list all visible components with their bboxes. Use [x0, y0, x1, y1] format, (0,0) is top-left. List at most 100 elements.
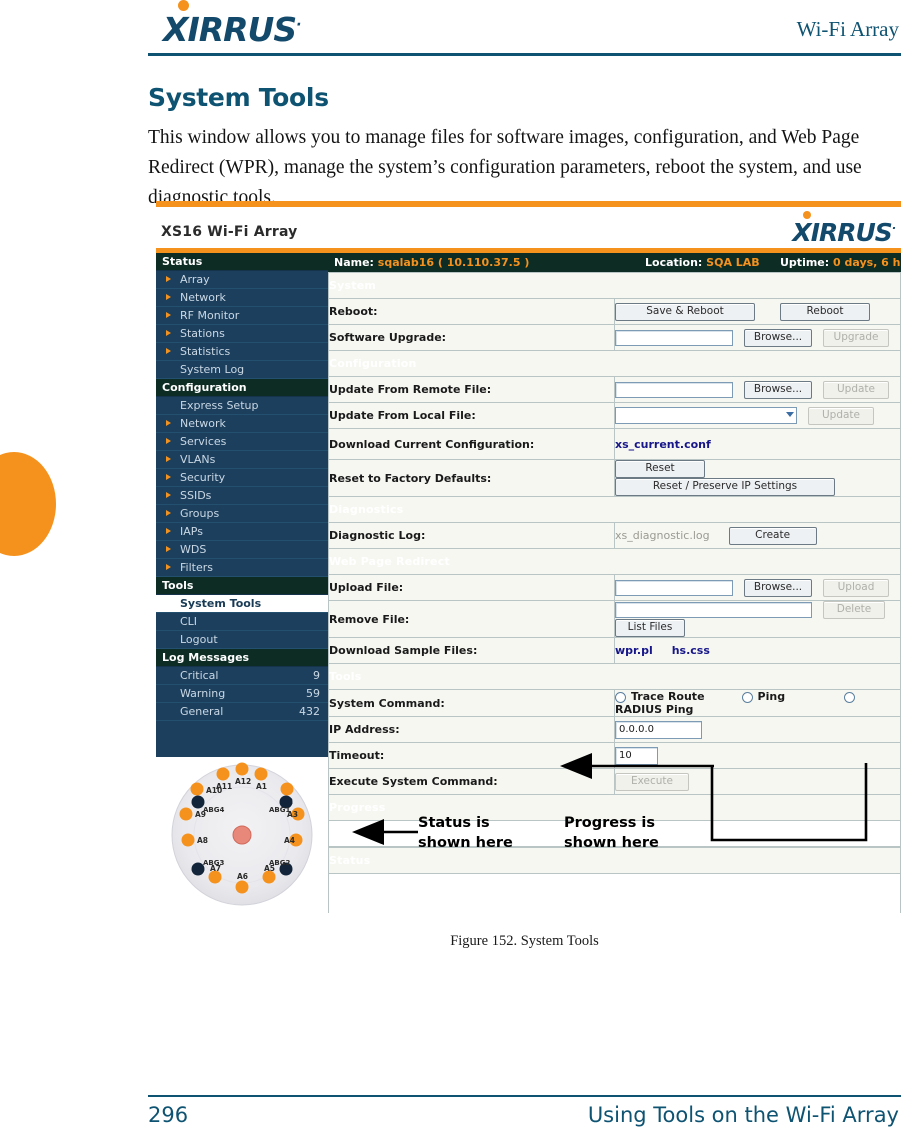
update-local-select[interactable]: [615, 407, 797, 424]
upload-file-input[interactable]: [615, 579, 733, 596]
sidebar-item-network-config[interactable]: Network: [156, 415, 328, 433]
svg-text:ABG2: ABG2: [269, 859, 290, 867]
reset-button[interactable]: Reset: [615, 460, 705, 478]
radio-trace-route-label: Trace Route: [631, 690, 705, 703]
sidebar-item-label: WDS: [180, 543, 207, 556]
header-title: Wi-Fi Array: [796, 17, 899, 41]
sidebar-item-label: Stations: [180, 327, 225, 340]
execute-command-label: Execute System Command:: [328, 768, 615, 795]
sidebar-item-general[interactable]: General 432: [156, 703, 328, 721]
sidebar-item-logout[interactable]: Logout: [156, 631, 328, 649]
footer-divider: [148, 1095, 901, 1097]
svg-text:A1: A1: [256, 782, 267, 791]
section-header-configuration: Configuration: [328, 350, 901, 377]
reboot-button[interactable]: Reboot: [780, 302, 870, 321]
upload-button[interactable]: Upload: [823, 578, 889, 597]
update-remote-update-button[interactable]: Update: [823, 380, 889, 399]
system-command-field: Trace Route Ping RADIUS Ping: [614, 689, 901, 717]
sidebar-item-filters[interactable]: Filters: [156, 559, 328, 577]
chevron-right-icon: [166, 330, 171, 336]
software-upgrade-input[interactable]: [615, 329, 733, 346]
download-current-config-link[interactable]: xs_current.conf: [615, 438, 711, 451]
radio-ping[interactable]: [741, 691, 753, 703]
sample-file-wpr-link[interactable]: wpr.pl: [615, 644, 653, 657]
section-row-configuration: Configuration: [328, 350, 901, 377]
software-upgrade-browse-button[interactable]: Browse...: [744, 328, 812, 347]
ip-address-input[interactable]: [615, 720, 702, 739]
delete-button[interactable]: Delete: [823, 601, 885, 619]
remove-file-field: Delete List Files: [614, 600, 901, 638]
section-row-progress: Progress: [328, 794, 901, 821]
sidebar-item-stations[interactable]: Stations: [156, 325, 328, 343]
footer-page-number: 296: [148, 1103, 189, 1127]
screenshot-figure: XS16 Wi-Fi Array XIRRUS· Status Array Ne…: [156, 201, 901, 913]
diagnostic-log-filename: xs_diagnostic.log: [615, 528, 710, 542]
list-files-button[interactable]: List Files: [615, 619, 685, 637]
update-remote-input[interactable]: [615, 381, 733, 398]
sidebar-item-services[interactable]: Services: [156, 433, 328, 451]
download-current-label: Download Current Configuration:: [328, 428, 615, 460]
svg-text:A12: A12: [235, 777, 251, 786]
sidebar-item-cli[interactable]: CLI: [156, 613, 328, 631]
section-row-wpr: Web Page Redirect: [328, 548, 901, 575]
upload-file-label: Upload File:: [328, 574, 615, 601]
reboot-field: Save & Reboot Reboot: [614, 298, 901, 325]
sidebar-item-express-setup[interactable]: Express Setup: [156, 397, 328, 415]
radio-radius-ping[interactable]: [844, 691, 856, 703]
svg-text:A11: A11: [216, 782, 232, 791]
sidebar-item-label: Statistics: [180, 345, 231, 358]
sidebar-item-system-tools[interactable]: System Tools: [156, 595, 328, 613]
uptime-label: Uptime:: [780, 256, 830, 269]
sidebar-item-wds[interactable]: WDS: [156, 541, 328, 559]
table-row: Update From Remote File: Browse... Updat…: [328, 376, 901, 403]
general-count: 432: [299, 705, 320, 718]
section-row-system: System: [328, 272, 901, 299]
table-row: Software Upgrade: Browse... Upgrade: [328, 324, 901, 351]
chevron-down-icon: [786, 412, 794, 417]
section-header-system: System: [328, 272, 901, 299]
sidebar-item-critical[interactable]: Critical 9: [156, 667, 328, 685]
table-row: Upload File: Browse... Upload: [328, 574, 901, 601]
save-and-reboot-button[interactable]: Save & Reboot: [615, 302, 755, 321]
sidebar-item-groups[interactable]: Groups: [156, 505, 328, 523]
chevron-right-icon: [166, 564, 171, 570]
upgrade-button[interactable]: Upgrade: [823, 328, 889, 347]
upload-file-browse-button[interactable]: Browse...: [744, 578, 812, 597]
sidebar-item-warning[interactable]: Warning 59: [156, 685, 328, 703]
sidebar-item-rf-monitor[interactable]: RF Monitor: [156, 307, 328, 325]
svg-text:ABG3: ABG3: [203, 859, 224, 867]
upload-file-field: Browse... Upload: [614, 574, 901, 601]
sidebar-item-statistics[interactable]: Statistics: [156, 343, 328, 361]
sidebar-item-label: RF Monitor: [180, 309, 240, 322]
sidebar-item-label: Express Setup: [180, 399, 259, 412]
sidebar-item-security[interactable]: Security: [156, 469, 328, 487]
table-row: Execute System Command: Execute: [328, 768, 901, 795]
update-local-update-button[interactable]: Update: [808, 406, 874, 425]
section-row-status: Status: [328, 847, 901, 874]
sidebar-item-label: Array: [180, 273, 210, 286]
remove-file-input[interactable]: [615, 602, 812, 618]
download-samples-label: Download Sample Files:: [328, 637, 615, 664]
update-remote-browse-button[interactable]: Browse...: [744, 380, 812, 399]
radio-trace-route[interactable]: [615, 691, 626, 703]
logo-text: XIRRUS: [163, 10, 297, 49]
sidebar-item-ssids[interactable]: SSIDs: [156, 487, 328, 505]
sidebar-item-array[interactable]: Array: [156, 271, 328, 289]
svg-text:A8: A8: [197, 836, 208, 845]
section-header-tools: Tools: [328, 663, 901, 690]
system-tools-form: System Reboot: Save & Reboot Reboot Soft…: [328, 272, 901, 821]
timeout-input[interactable]: [615, 746, 658, 765]
sidebar-item-label: VLANs: [180, 453, 216, 466]
sidebar-item-network-status[interactable]: Network: [156, 289, 328, 307]
xirrus-logo: XIRRUS·: [163, 0, 302, 49]
execute-button[interactable]: Execute: [615, 772, 689, 791]
section-row-diagnostics: Diagnostics: [328, 496, 901, 523]
create-diagnostic-log-button[interactable]: Create: [728, 526, 817, 545]
sidebar-item-system-log[interactable]: System Log: [156, 361, 328, 379]
sidebar-item-iaps[interactable]: IAPs: [156, 523, 328, 541]
chevron-right-icon: [166, 276, 171, 282]
reset-preserve-ip-button[interactable]: Reset / Preserve IP Settings: [615, 478, 835, 496]
update-local-label: Update From Local File:: [328, 402, 615, 429]
sidebar-item-vlans[interactable]: VLANs: [156, 451, 328, 469]
sample-file-hs-link[interactable]: hs.css: [672, 644, 710, 657]
